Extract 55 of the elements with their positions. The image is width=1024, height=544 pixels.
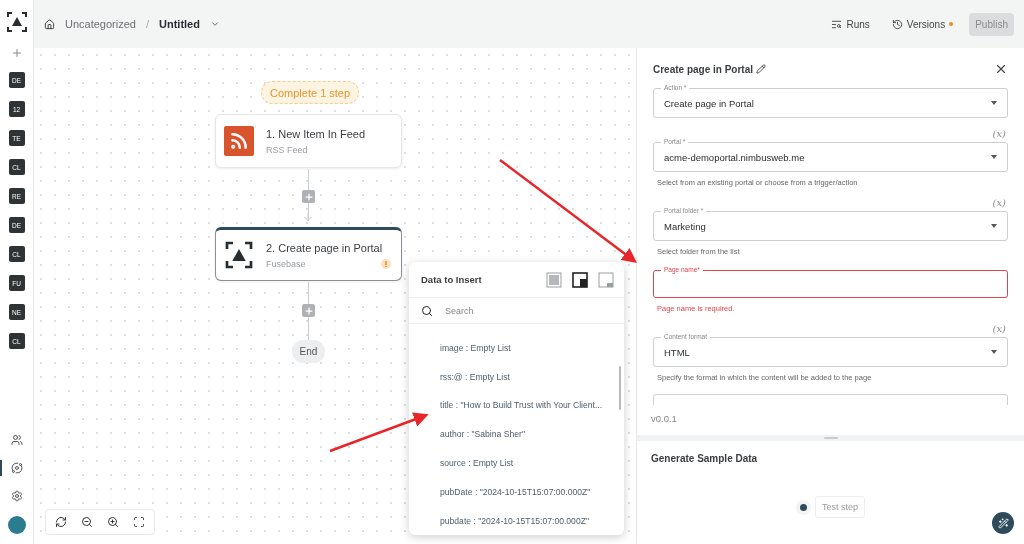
end-node: End: [292, 340, 325, 363]
layout-button[interactable]: [572, 271, 588, 288]
popover-title: Data to Insert: [421, 274, 483, 286]
breadcrumb-item[interactable]: Uncategorized: [65, 18, 136, 30]
status-banner: Complete 1 step: [261, 81, 360, 104]
user-avatar[interactable]: [7, 516, 26, 534]
data-item[interactable]: pubDate : "2024-10-15T15:07:00.000Z": [440, 477, 624, 507]
data-item[interactable]: title : "How to Build Trust with Your Client...: [440, 391, 624, 420]
zoom-out-icon: [81, 516, 93, 528]
variable-toggle[interactable]: (x): [992, 323, 1006, 334]
app-logo-icon: [224, 240, 254, 270]
plus-icon: [303, 191, 314, 202]
breadcrumb-separator: /: [145, 18, 149, 30]
list-search-icon: [831, 18, 843, 30]
data-item[interactable]: source : Empty List: [440, 448, 624, 478]
step-subtitle: RSS Feed: [266, 144, 309, 155]
versions-button[interactable]: Versions: [885, 14, 960, 34]
panel-title: Create page in Portal: [653, 63, 754, 75]
scrollbar[interactable]: [619, 366, 621, 411]
magic-wand-icon: [997, 517, 1009, 529]
section-title: Generate Sample Data: [651, 453, 759, 464]
data-item[interactable]: pubdate : "2024-10-15T15:07:00.000Z": [440, 506, 624, 535]
runs-button[interactable]: Runs: [825, 14, 876, 34]
data-item[interactable]: author : "Sabina Sher": [440, 419, 624, 449]
version-label: v0.0.1: [650, 412, 678, 426]
settings-icon: [10, 490, 23, 502]
close-icon[interactable]: [994, 62, 1008, 76]
search-icon: [421, 304, 433, 317]
fit-view-icon: [133, 516, 145, 528]
edit-icon[interactable]: [756, 64, 767, 74]
step-subtitle: Fusebase: [266, 258, 307, 269]
breadcrumb-item[interactable]: Untitled: [159, 18, 200, 30]
variable-toggle[interactable]: (x): [992, 128, 1006, 139]
history-icon: [891, 18, 903, 30]
home-icon[interactable]: [44, 18, 55, 30]
warning-icon: [381, 259, 391, 269]
resize-handle[interactable]: [823, 437, 838, 439]
status-dot-icon: [796, 499, 811, 515]
magic-wand-button[interactable]: [992, 512, 1014, 534]
step-title: 2. Create page in Portal: [266, 241, 383, 254]
variable-toggle[interactable]: (x): [992, 197, 1006, 208]
data-item[interactable]: image : Empty List: [440, 333, 624, 363]
logo-icon[interactable]: [6, 12, 27, 32]
step-title: 1. New Item In Feed: [266, 127, 366, 140]
add-icon[interactable]: [10, 47, 23, 59]
zoom-in-icon: [107, 516, 119, 528]
orbit-icon: [10, 462, 23, 474]
refresh-icon: [55, 516, 67, 528]
rss-icon: [224, 126, 254, 156]
data-item[interactable]: rss:@ : Empty List: [440, 362, 624, 391]
step-card[interactable]: 2. Create page in Portal Fusebase: [215, 227, 402, 281]
plus-icon: [303, 305, 314, 316]
chevron-down-icon[interactable]: [209, 19, 220, 29]
people-icon: [10, 434, 23, 446]
step-card[interactable]: 1. New Item In Feed RSS Feed: [215, 114, 402, 168]
